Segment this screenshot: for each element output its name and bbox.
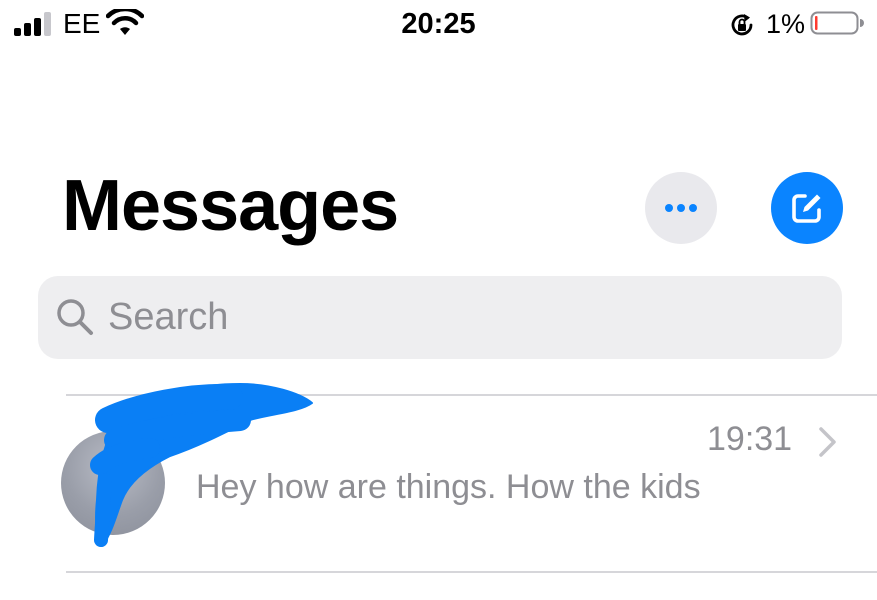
avatar bbox=[61, 431, 165, 535]
message-time: 19:31 bbox=[707, 420, 793, 458]
page-title: Messages bbox=[62, 166, 399, 246]
more-options-button[interactable] bbox=[645, 172, 717, 244]
rotation-lock-icon bbox=[728, 11, 756, 39]
search-icon bbox=[54, 295, 98, 339]
message-preview: Hey how are things. How the kids bbox=[196, 468, 701, 506]
list-divider-bottom bbox=[66, 571, 877, 573]
messages-screen: EE 20:25 1% Messages Search 19:31 Hey ho… bbox=[0, 0, 877, 600]
battery-percent: 1% bbox=[766, 9, 806, 39]
conversation-row[interactable]: 19:31 Hey how are things. How the kids bbox=[0, 395, 877, 571]
battery-icon bbox=[810, 9, 864, 37]
chevron-right-icon bbox=[816, 425, 840, 459]
compose-button[interactable] bbox=[771, 172, 843, 244]
search-placeholder: Search bbox=[108, 296, 229, 338]
status-bar: EE 20:25 1% bbox=[0, 0, 877, 50]
search-input[interactable]: Search bbox=[38, 276, 842, 359]
